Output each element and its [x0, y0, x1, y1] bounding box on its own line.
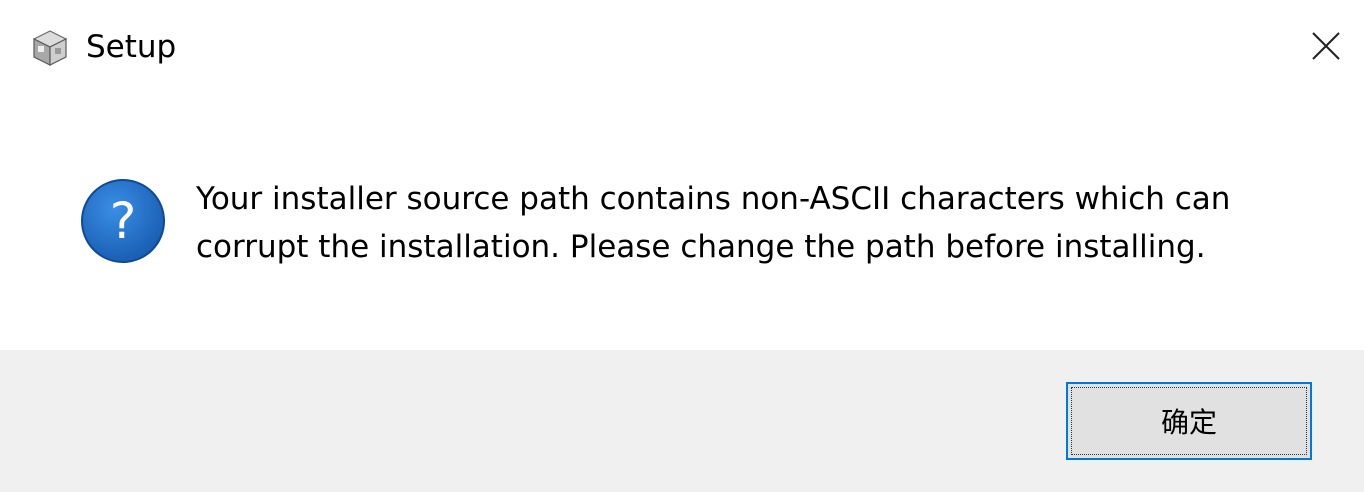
close-icon [1311, 31, 1341, 65]
button-bar: 确定 [0, 350, 1364, 492]
installer-box-icon [30, 28, 70, 68]
window-title: Setup [86, 29, 177, 65]
close-button[interactable] [1296, 18, 1356, 78]
message-area: ? Your installer source path contains no… [0, 100, 1364, 350]
message-text: Your installer source path contains non-… [196, 175, 1336, 271]
ok-button[interactable]: 确定 [1066, 382, 1312, 460]
question-icon: ? [80, 178, 166, 264]
setup-dialog: Setup ? Your installer source path conta… [0, 0, 1364, 492]
svg-text:?: ? [110, 192, 137, 250]
message-line-2: corrupt the installation. Please change … [196, 229, 1206, 265]
title-bar: Setup [0, 0, 1364, 100]
ok-button-label: 确定 [1160, 406, 1217, 439]
message-line-1: Your installer source path contains non-… [196, 181, 1231, 217]
